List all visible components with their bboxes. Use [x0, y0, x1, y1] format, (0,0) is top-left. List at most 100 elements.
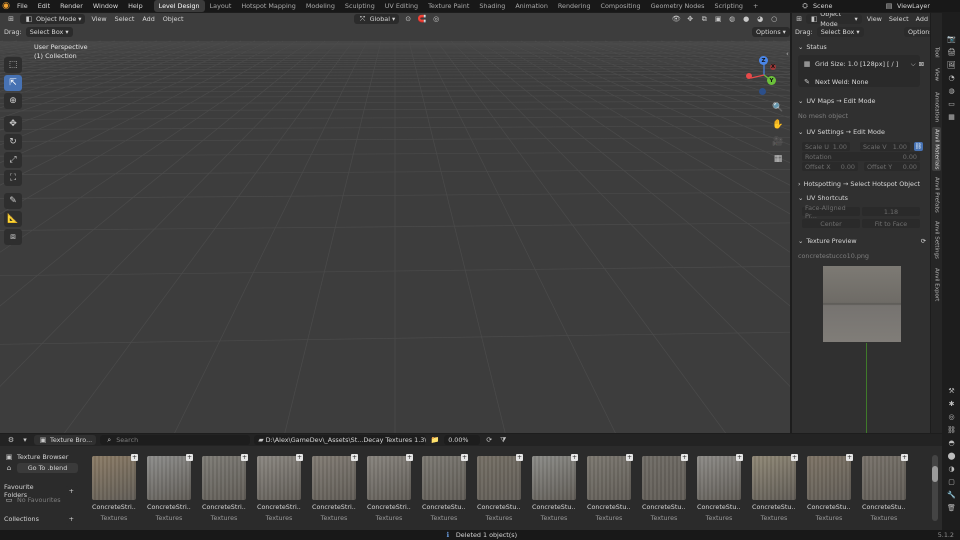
texture-thumbnail[interactable]: + ConcreteStu... Textures: [862, 454, 908, 526]
texture-preview-header[interactable]: ⌄ Texture Preview ⟳: [798, 237, 926, 245]
menu-render[interactable]: Render: [55, 0, 88, 12]
cursor-tool-icon[interactable]: ⊕: [4, 93, 22, 109]
add-collection-button[interactable]: +: [64, 514, 78, 524]
offset-y-field[interactable]: Offset Y 0.00: [864, 162, 920, 171]
rotate-tool-icon[interactable]: ↻: [4, 134, 22, 150]
scale-u-field[interactable]: Scale U 1.00: [802, 142, 850, 151]
tweak-tool-icon[interactable]: ⬚: [4, 57, 22, 73]
add-texture-icon[interactable]: +: [736, 454, 743, 461]
measure-tool-icon[interactable]: 📐: [4, 211, 22, 227]
add-texture-icon[interactable]: +: [791, 454, 798, 461]
uv-maps-header[interactable]: ⌄ UV Maps → Edit Mode: [798, 97, 926, 105]
shader-icon[interactable]: ◑: [946, 464, 957, 474]
gizmo-y-axis[interactable]: Y: [767, 76, 776, 85]
workspace-tab-layout[interactable]: Layout: [205, 0, 237, 12]
add-texture-icon[interactable]: +: [571, 454, 578, 461]
drag-select-box-dropdown[interactable]: Select Box ▾: [25, 27, 73, 37]
texture-thumbnail[interactable]: + ConcreteStu... Textures: [807, 454, 853, 526]
sidebar-toggle-arrow-icon[interactable]: ‹: [786, 50, 789, 58]
workspace-tab-sculpting[interactable]: Sculpting: [340, 0, 380, 12]
rp-options-button[interactable]: Options▾: [904, 27, 930, 37]
editor-selector[interactable]: ▣ Texture Bro...: [34, 435, 97, 445]
data-icon[interactable]: ◓: [946, 438, 957, 448]
rp-menu-select[interactable]: Select: [887, 14, 911, 24]
scale-v-field[interactable]: Scale V 1.00: [860, 142, 910, 151]
uv-settings-header[interactable]: ⌄ UV Settings → Edit Mode: [798, 128, 926, 136]
add-texture-icon[interactable]: +: [241, 454, 248, 461]
add-texture-icon[interactable]: +: [351, 454, 358, 461]
collection-properties-icon[interactable]: ▭: [946, 99, 957, 109]
overlay-toggle-icon[interactable]: ⧉: [699, 14, 709, 24]
workspace-tab-animation[interactable]: Animation: [510, 0, 553, 12]
tab-anvil-settings[interactable]: Anvil Settings: [932, 219, 941, 261]
transform-tool-icon[interactable]: ⛶: [4, 170, 22, 186]
particles-icon[interactable]: ✱: [946, 399, 957, 409]
add-favourite-button[interactable]: +: [64, 486, 78, 496]
rp-drag-dropdown[interactable]: Select Box ▾: [816, 27, 864, 37]
open-folder-icon[interactable]: 📁: [430, 435, 440, 445]
move-tool-icon[interactable]: ✥: [4, 116, 22, 132]
texture-properties-icon[interactable]: ▦: [946, 112, 957, 122]
texture-thumbnail[interactable]: + ConcreteStri... Textures: [312, 454, 358, 526]
viewport-menu-select[interactable]: Select: [113, 14, 137, 24]
tab-tool[interactable]: Tool: [932, 43, 941, 61]
go-to-blend-button[interactable]: Go To .blend: [17, 463, 78, 473]
workspace-tab-rendering[interactable]: Rendering: [553, 0, 596, 12]
workspace-tab-level-design[interactable]: Level Design: [153, 0, 205, 12]
gizmo-x-axis-dot[interactable]: [746, 73, 752, 79]
add-texture-icon[interactable]: +: [131, 454, 138, 461]
object-icon[interactable]: ▢: [946, 477, 957, 487]
menu-edit[interactable]: Edit: [33, 0, 55, 12]
face-aligned-button[interactable]: Face-Aligned Pr...: [802, 204, 860, 220]
chevron-down-icon[interactable]: ▾: [20, 435, 30, 445]
tool-properties-icon[interactable]: ⚒: [946, 386, 957, 396]
texture-thumbnail[interactable]: + ConcreteStri... Textures: [92, 454, 138, 526]
navigation-gizmo[interactable]: Z Y X: [742, 53, 782, 99]
blender-logo-icon[interactable]: ◉: [0, 0, 12, 12]
minus-icon[interactable]: ⌵: [911, 60, 916, 69]
view-layer-properties-icon[interactable]: 🖼: [946, 60, 957, 70]
add-texture-icon[interactable]: +: [461, 454, 468, 461]
snap-icon[interactable]: 🧲: [417, 14, 427, 24]
world-properties-icon[interactable]: ◍: [946, 86, 957, 96]
texture-thumbnail[interactable]: + ConcreteStu... Textures: [752, 454, 798, 526]
workspace-tab-shading[interactable]: Shading: [474, 0, 510, 12]
rp-menu-add[interactable]: Add: [914, 14, 930, 24]
3d-viewport[interactable]: ⊞ ◧ Object Mode ▾ View Select Add Object…: [0, 13, 790, 433]
texture-thumbnail[interactable]: + ConcreteStu... Textures: [477, 454, 523, 526]
add-texture-icon[interactable]: +: [681, 454, 688, 461]
face-aligned-value-field[interactable]: 1.18: [862, 207, 920, 216]
workspace-tab-hotspot-mapping[interactable]: Hotspot Mapping: [236, 0, 300, 12]
select-box-tool-icon[interactable]: ⇱: [4, 75, 22, 91]
scale-tool-icon[interactable]: ⤢: [4, 152, 22, 168]
annotate-tool-icon[interactable]: ✎: [4, 193, 22, 209]
material-icon[interactable]: ⬤: [946, 451, 957, 461]
pan-hand-icon[interactable]: ✋: [771, 118, 785, 132]
physics-icon[interactable]: ◎: [946, 412, 957, 422]
zoom-icon[interactable]: 🔍: [771, 101, 785, 115]
tab-annotation[interactable]: Annotation: [932, 89, 941, 125]
ortho-grid-icon[interactable]: ▦: [771, 152, 785, 166]
camera-view-icon[interactable]: 🎥: [771, 135, 785, 149]
viewport-menu-view[interactable]: View: [89, 14, 108, 24]
tab-view[interactable]: View: [932, 65, 941, 85]
refresh-icon[interactable]: ⟳: [484, 435, 494, 445]
delete-icon[interactable]: 🗑: [946, 503, 957, 513]
texture-thumbnail[interactable]: + ConcreteStu... Textures: [642, 454, 688, 526]
filter-icon[interactable]: ⧩: [498, 435, 508, 445]
xray-icon[interactable]: ▣: [713, 14, 723, 24]
shading-rendered-icon[interactable]: ○: [769, 14, 779, 24]
transform-orientation-dropdown[interactable]: ⤧ Global ▾: [353, 14, 400, 24]
shading-wireframe-icon[interactable]: ◍: [727, 14, 737, 24]
shading-solid-icon[interactable]: ●: [741, 14, 751, 24]
add-texture-icon[interactable]: +: [846, 454, 853, 461]
add-texture-icon[interactable]: +: [296, 454, 303, 461]
uv-shortcuts-header[interactable]: ⌄ UV Shortcuts: [798, 194, 926, 202]
gizmo-x-axis-label[interactable]: X: [770, 64, 776, 70]
fit-to-face-button[interactable]: Fit to Face: [862, 219, 920, 228]
gear-icon[interactable]: ⚙: [6, 435, 16, 445]
texture-thumbnail[interactable]: + ConcreteStri... Textures: [202, 454, 248, 526]
rp-object-mode-dropdown[interactable]: ◧ Object Mode ▾: [806, 13, 862, 28]
workspace-tab-geometry-nodes[interactable]: Geometry Nodes: [646, 0, 710, 12]
add-workspace-button[interactable]: +: [748, 0, 763, 12]
